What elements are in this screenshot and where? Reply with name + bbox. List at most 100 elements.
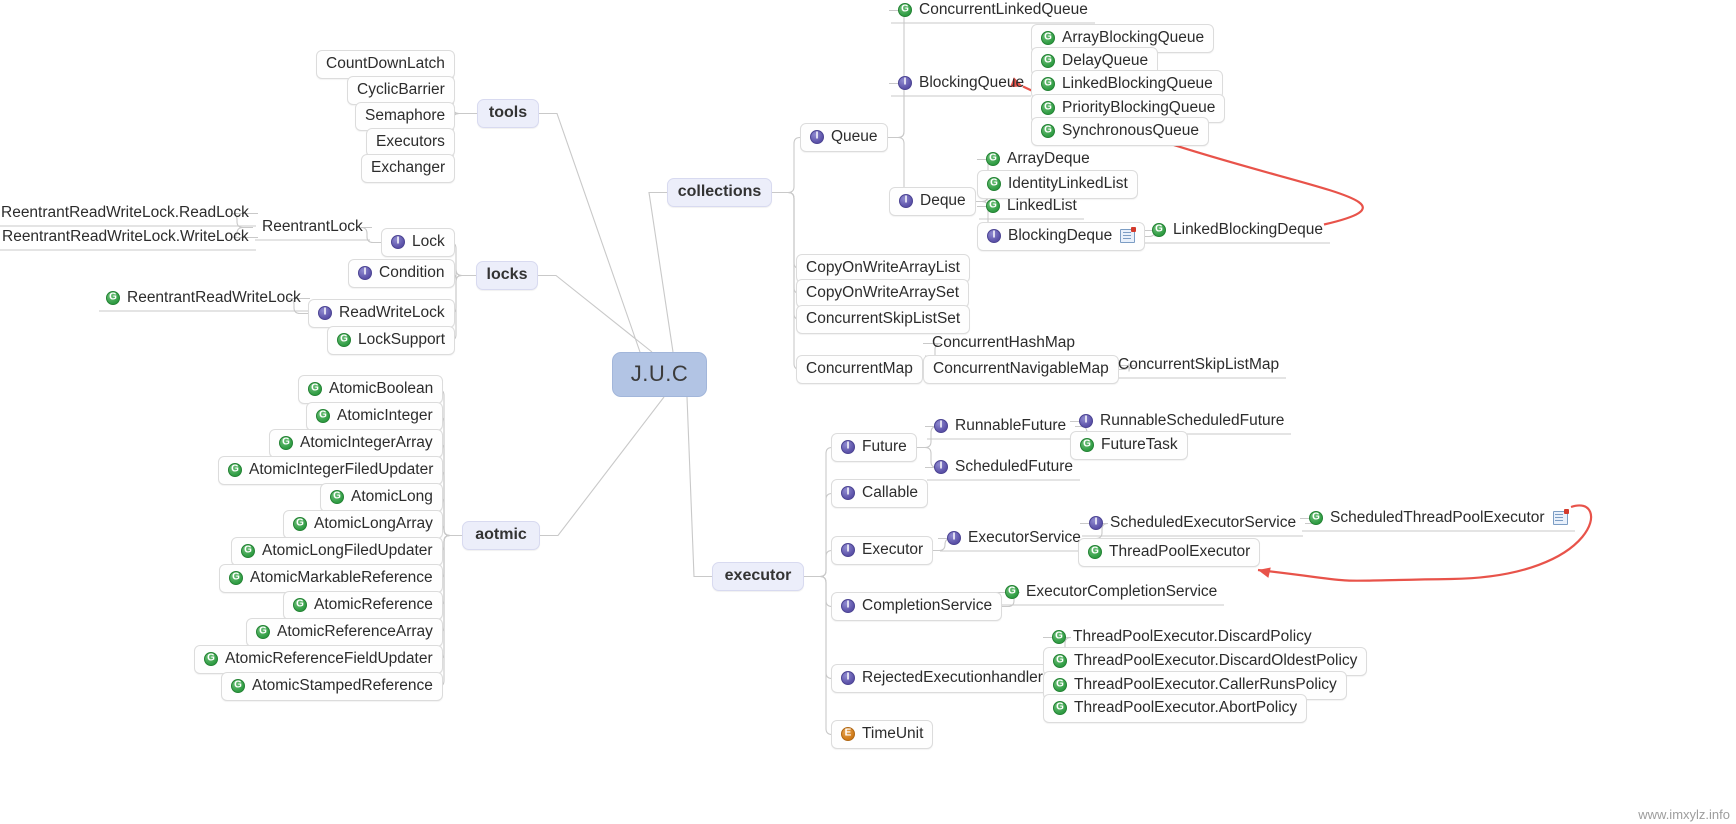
arrowhead <box>1258 567 1271 578</box>
branch-tools[interactable]: tools <box>477 99 539 128</box>
node-executors-label: Executors <box>376 133 445 150</box>
node-blockingdeque-label: BlockingDeque <box>1008 227 1113 244</box>
node-atomicreferencearray[interactable]: G AtomicReferenceArray <box>246 618 443 647</box>
node-atomicintegerarray-label: AtomicIntegerArray <box>300 434 433 451</box>
node-reentrantreadwritelock-readlock-label: ReentrantReadWriteLock.ReadLock <box>1 204 249 221</box>
node-atomiclongarray[interactable]: G AtomicLongArray <box>283 510 443 539</box>
branch-collections[interactable]: collections <box>667 178 772 207</box>
interface-icon: I <box>934 418 948 433</box>
node-callable-label: Callable <box>862 484 919 501</box>
node-semaphore[interactable]: Semaphore <box>355 102 456 131</box>
class-icon: G <box>1041 30 1055 45</box>
node-scheduledthreadpoolexecutor-label: ScheduledThreadPoolExecutor <box>1330 509 1545 526</box>
node-linkedlist[interactable]: G LinkedList <box>977 193 1086 220</box>
node-atomicinteger[interactable]: G AtomicInteger <box>306 402 443 431</box>
node-locksupport[interactable]: G LockSupport <box>327 326 456 355</box>
branch-locks-label: locks <box>486 266 528 283</box>
node-atomicinteger-label: AtomicInteger <box>337 407 433 424</box>
node-runnablescheduledfuture-label: RunnableScheduledFuture <box>1100 412 1285 429</box>
root-node[interactable]: J.U.C <box>612 352 707 397</box>
node-exchanger[interactable]: Exchanger <box>361 154 456 183</box>
node-concurrentlinkedqueue[interactable]: G ConcurrentLinkedQueue <box>889 0 1097 24</box>
node-futuretask[interactable]: G FutureTask <box>1070 431 1188 460</box>
node-executor[interactable]: I Executor <box>831 536 934 565</box>
node-concurrenthashmap[interactable]: ConcurrentHashMap <box>923 330 1084 357</box>
node-atomiclongfiledupdater[interactable]: G AtomicLongFiledUpdater <box>231 537 443 566</box>
node-future[interactable]: I Future <box>831 433 917 462</box>
node-executor-label: Executor <box>862 541 924 558</box>
node-callable[interactable]: I Callable <box>831 479 929 508</box>
node-threadpoolexecutor-label: ThreadPoolExecutor <box>1109 543 1251 560</box>
node-atomicintegerfiledupdater[interactable]: G AtomicIntegerFiledUpdater <box>218 456 444 485</box>
node-executorservice[interactable]: I ExecutorService <box>938 525 1090 552</box>
node-atomicstampedreference-label: AtomicStampedReference <box>252 677 433 694</box>
node-condition[interactable]: I Condition <box>348 259 455 288</box>
node-arraydeque[interactable]: G ArrayDeque <box>977 146 1099 173</box>
node-reentrantreadwritelock-readlock[interactable]: GReentrantReadWriteLock.ReadLock <box>0 200 258 227</box>
node-reentrantreadwritelock-writelock-label: ReentrantReadWriteLock.WriteLock <box>2 228 249 245</box>
node-queue[interactable]: I Queue <box>800 123 888 152</box>
node-executors[interactable]: Executors <box>366 128 455 157</box>
connector <box>804 575 833 736</box>
node-blockingqueue[interactable]: I BlockingQueue <box>889 70 1033 97</box>
node-linkedblockingdeque[interactable]: G LinkedBlockingDeque <box>1143 217 1332 244</box>
node-scheduledthreadpoolexecutor[interactable]: G ScheduledThreadPoolExecutor <box>1300 505 1577 532</box>
node-concurrentmap[interactable]: ConcurrentMap <box>796 355 923 384</box>
node-synchronousqueue[interactable]: G SynchronousQueue <box>1031 117 1210 146</box>
connector <box>686 396 712 578</box>
node-atomicreference[interactable]: G AtomicReference <box>283 591 443 620</box>
node-scheduledexecutorservice[interactable]: I ScheduledExecutorService <box>1080 510 1305 537</box>
node-rejectedexecutionhandler[interactable]: I RejectedExecutionhandler <box>831 664 1053 693</box>
node-atomicboolean[interactable]: G AtomicBoolean <box>298 375 444 404</box>
node-runnablefuture[interactable]: I RunnableFuture <box>925 413 1075 440</box>
node-atomicreferencefieldupdater-label: AtomicReferenceFieldUpdater <box>225 650 433 667</box>
class-icon: G <box>1053 653 1067 668</box>
node-readwritelock[interactable]: I ReadWriteLock <box>308 299 455 328</box>
node-atomicmarkablereference-label: AtomicMarkableReference <box>250 569 433 586</box>
branch-executor[interactable]: executor <box>712 562 804 591</box>
node-countdownlatch[interactable]: CountDownLatch <box>316 50 455 79</box>
node-synchronousqueue-label: SynchronousQueue <box>1062 122 1200 139</box>
node-atomicmarkablereference[interactable]: G AtomicMarkableReference <box>219 564 443 593</box>
node-atomicreference-label: AtomicReference <box>314 596 433 613</box>
branch-collections-label: collections <box>677 183 762 200</box>
branch-executor-label: executor <box>724 567 792 584</box>
class-icon: G <box>293 597 307 612</box>
node-futuretask-label: FutureTask <box>1101 436 1178 453</box>
node-scheduledfuture[interactable]: I ScheduledFuture <box>925 454 1082 481</box>
node-runnablefuture-label: RunnableFuture <box>955 417 1067 434</box>
node-concurrentnavigablemap[interactable]: ConcurrentNavigableMap <box>923 355 1119 384</box>
node-deque[interactable]: I Deque <box>889 187 976 216</box>
node-reentrantreadwritelock-writelock[interactable]: GReentrantReadWriteLock.WriteLock <box>0 224 258 251</box>
node-arrayblockingqueue-label: ArrayBlockingQueue <box>1062 29 1205 46</box>
node-blockingdeque[interactable]: I BlockingDeque <box>977 222 1146 251</box>
node-linkedlist-label: LinkedList <box>1007 197 1077 214</box>
node-cyclicbarrier[interactable]: CyclicBarrier <box>347 76 455 105</box>
node-completionservice[interactable]: I CompletionService <box>831 592 1003 621</box>
node-concurrentskiplistmap[interactable]: ConcurrentSkipListMap <box>1109 352 1288 379</box>
node-reentrantlock[interactable]: ReentrantLock <box>253 214 372 241</box>
class-icon: G <box>898 2 912 17</box>
node-readwritelock-label: ReadWriteLock <box>339 304 445 321</box>
class-icon: G <box>241 543 255 558</box>
node-reentrantreadwritelock[interactable]: G ReentrantReadWriteLock <box>97 285 310 312</box>
branch-aotmic[interactable]: aotmic <box>462 521 540 550</box>
node-timeunit[interactable]: E TimeUnit <box>831 720 934 749</box>
node-copyonwritearrayset[interactable]: CopyOnWriteArraySet <box>796 279 970 308</box>
branch-tools-label: tools <box>488 104 528 121</box>
node-lock[interactable]: I Lock <box>381 228 455 257</box>
node-concurrentskiplistset-label: ConcurrentSkipListSet <box>806 310 961 327</box>
node-atomicreferencefieldupdater[interactable]: G AtomicReferenceFieldUpdater <box>194 645 443 674</box>
class-icon: G <box>337 332 351 347</box>
node-threadpoolexecutor[interactable]: G ThreadPoolExecutor <box>1078 538 1261 567</box>
node-atomiclong[interactable]: G AtomicLong <box>320 483 443 512</box>
interface-icon: I <box>934 459 948 474</box>
node-atomicstampedreference[interactable]: G AtomicStampedReference <box>221 672 443 701</box>
connector <box>772 191 801 371</box>
class-icon: G <box>228 462 242 477</box>
node-atomicintegerarray[interactable]: G AtomicIntegerArray <box>269 429 443 458</box>
class-icon: G <box>229 570 243 585</box>
branch-locks[interactable]: locks <box>476 261 538 290</box>
node-executorcompletionservice[interactable]: G ExecutorCompletionService <box>996 579 1226 606</box>
node-abortpolicy[interactable]: G ThreadPoolExecutor.AbortPolicy <box>1043 694 1308 723</box>
